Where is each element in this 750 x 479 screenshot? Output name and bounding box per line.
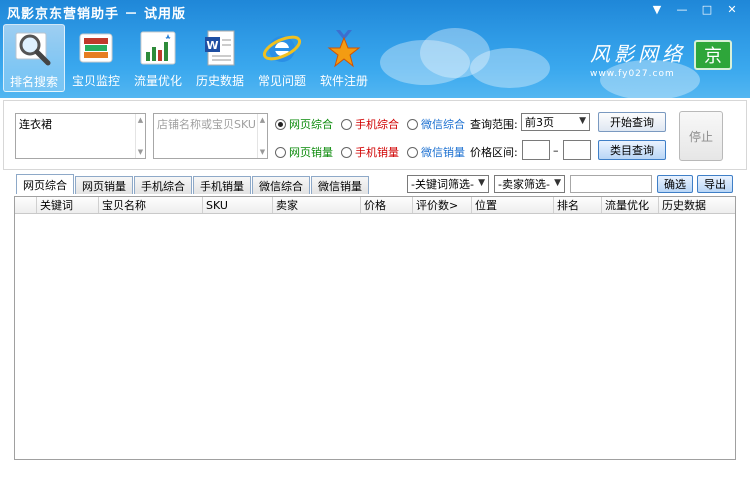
query-panel: 连衣裙 ▲ ▼ 店铺名称或宝贝SKU ▲ ▼ 网页综合 手机综合 微信综合 网页销量…: [3, 100, 747, 170]
price-max-input[interactable]: [563, 140, 591, 160]
tab-wechat-sales[interactable]: 微信销量: [311, 176, 369, 194]
shop-sku-placeholder: 店铺名称或宝贝SKU: [157, 118, 256, 131]
ie-browser-icon: [262, 35, 302, 62]
radio-web-sales[interactable]: 网页销量: [275, 144, 333, 160]
keyword-scrollbar[interactable]: ▲ ▼: [135, 114, 145, 158]
brand-block: 风影网络 www.fy027.com: [590, 38, 686, 79]
keyword-filter-value: -关键词筛选-: [411, 178, 474, 191]
col-header-checkbox[interactable]: [15, 197, 37, 213]
category-query-button[interactable]: 类目查询: [598, 140, 666, 160]
radio-label: 手机销量: [355, 146, 399, 159]
col-header-rank[interactable]: 排名: [554, 197, 602, 213]
tool-label: 历史数据: [195, 74, 244, 88]
medal-star-icon: [327, 30, 361, 68]
shop-sku-scrollbar[interactable]: ▲ ▼: [257, 114, 267, 158]
header-bar: 风影京东营销助手 － 试用版 ▼ — □ ✕ 排名搜索 宝贝监控 流量优化 W …: [0, 0, 750, 98]
col-header-item-name[interactable]: 宝贝名称: [99, 197, 203, 213]
tab-web-general[interactable]: 网页综合: [16, 174, 74, 194]
tool-label: 排名搜索: [9, 75, 58, 89]
results-table: 关键词 宝贝名称 SKU 卖家 价格 评价数> 位置 排名 流量优化 历史数据: [14, 196, 736, 460]
radio-dot: [341, 118, 352, 130]
maximize-button[interactable]: □: [695, 1, 719, 18]
stop-button[interactable]: 停止: [679, 111, 723, 161]
seller-filter-select[interactable]: -卖家筛选- ▼: [494, 175, 565, 193]
bar-chart-icon: [140, 31, 176, 65]
tool-register[interactable]: 软件注册: [313, 24, 375, 92]
range-select[interactable]: 前3页 ▼: [521, 113, 590, 131]
keyword-input[interactable]: 连衣裙 ▲ ▼: [15, 113, 146, 159]
radio-wechat-sales[interactable]: 微信销量: [407, 144, 465, 160]
main-toolbar: 排名搜索 宝贝监控 流量优化 W 历史数据 常见问题 软件注册: [3, 24, 375, 92]
range-select-value: 前3页: [525, 116, 554, 129]
col-header-seller[interactable]: 卖家: [273, 197, 361, 213]
chevron-down-icon: ▼: [478, 178, 485, 188]
radio-dot: [341, 146, 352, 158]
tool-item-monitor[interactable]: 宝贝监控: [65, 24, 127, 92]
shop-sku-input[interactable]: 店铺名称或宝贝SKU ▲ ▼: [153, 113, 268, 159]
tab-web-sales[interactable]: 网页销量: [75, 176, 133, 194]
tab-mobile-sales[interactable]: 手机销量: [193, 176, 251, 194]
radio-mobile-sales[interactable]: 手机销量: [341, 144, 399, 160]
radio-dot: [407, 118, 418, 130]
table-header: 关键词 宝贝名称 SKU 卖家 价格 评价数> 位置 排名 流量优化 历史数据: [15, 197, 735, 214]
radio-wechat-general[interactable]: 微信综合: [407, 116, 465, 132]
col-header-keyword[interactable]: 关键词: [37, 197, 99, 213]
tool-rank-search[interactable]: 排名搜索: [3, 24, 65, 92]
radio-web-general[interactable]: 网页综合: [275, 116, 333, 132]
brand-name: 风影网络: [590, 42, 686, 66]
radio-mobile-general[interactable]: 手机综合: [341, 116, 399, 132]
window-title: 风影京东营销助手 － 试用版: [7, 7, 187, 22]
col-header-sku[interactable]: SKU: [203, 197, 273, 213]
price-range-label: 价格区间:: [470, 146, 518, 159]
keyword-filter-select[interactable]: -关键词筛选- ▼: [407, 175, 489, 193]
jd-logo: 京: [694, 40, 732, 70]
radio-dot: [275, 118, 286, 130]
radio-dot: [275, 146, 286, 158]
start-query-button[interactable]: 开始查询: [598, 112, 666, 132]
radio-label: 网页销量: [289, 146, 333, 159]
tool-history-data[interactable]: W 历史数据: [189, 24, 251, 92]
books-icon: [79, 33, 113, 63]
tool-label: 宝贝监控: [71, 74, 120, 88]
radio-label: 手机综合: [355, 118, 399, 131]
magnifier-icon: [15, 32, 51, 66]
tool-label: 流量优化: [133, 74, 182, 88]
range-label: 查询范围:: [470, 118, 518, 131]
keyword-input-value: 连衣裙: [19, 118, 52, 131]
brand-url: www.fy027.com: [590, 69, 675, 79]
radio-label: 微信综合: [421, 118, 465, 131]
price-separator: –: [553, 144, 559, 157]
col-header-history[interactable]: 历史数据: [659, 197, 719, 213]
seller-filter-value: -卖家筛选-: [498, 178, 550, 191]
col-header-reviews[interactable]: 评价数>: [413, 197, 472, 213]
tool-label: 常见问题: [257, 74, 306, 88]
svg-text:W: W: [206, 39, 218, 52]
price-min-input[interactable]: [522, 140, 550, 160]
tool-faq[interactable]: 常见问题: [251, 24, 313, 92]
result-tabs: 网页综合 网页销量 手机综合 手机销量 微信综合 微信销量: [16, 174, 370, 194]
col-header-price[interactable]: 价格: [361, 197, 413, 213]
word-document-icon: W: [205, 30, 235, 66]
radio-label: 微信销量: [421, 146, 465, 159]
app-window: 风影京东营销助手 － 试用版 ▼ — □ ✕ 排名搜索 宝贝监控 流量优化 W …: [0, 0, 750, 479]
tool-label: 软件注册: [319, 74, 368, 88]
col-header-position[interactable]: 位置: [472, 197, 554, 213]
chevron-down-icon: ▼: [579, 116, 586, 126]
window-controls: ▼ — □ ✕: [645, 1, 744, 18]
minimize-button[interactable]: —: [670, 1, 694, 18]
tab-mobile-general[interactable]: 手机综合: [134, 176, 192, 194]
col-header-traffic-optimize[interactable]: 流量优化: [602, 197, 659, 213]
filter-button[interactable]: 确选: [657, 175, 693, 193]
filter-text-input[interactable]: [570, 175, 652, 193]
chevron-down-icon: ▼: [554, 178, 561, 188]
radio-label: 网页综合: [289, 118, 333, 131]
tool-traffic-optimize[interactable]: 流量优化: [127, 24, 189, 92]
close-button[interactable]: ✕: [720, 1, 744, 18]
export-button[interactable]: 导出: [697, 175, 733, 193]
radio-dot: [407, 146, 418, 158]
tab-wechat-general[interactable]: 微信综合: [252, 176, 310, 194]
menu-dropdown-button[interactable]: ▼: [645, 1, 669, 18]
